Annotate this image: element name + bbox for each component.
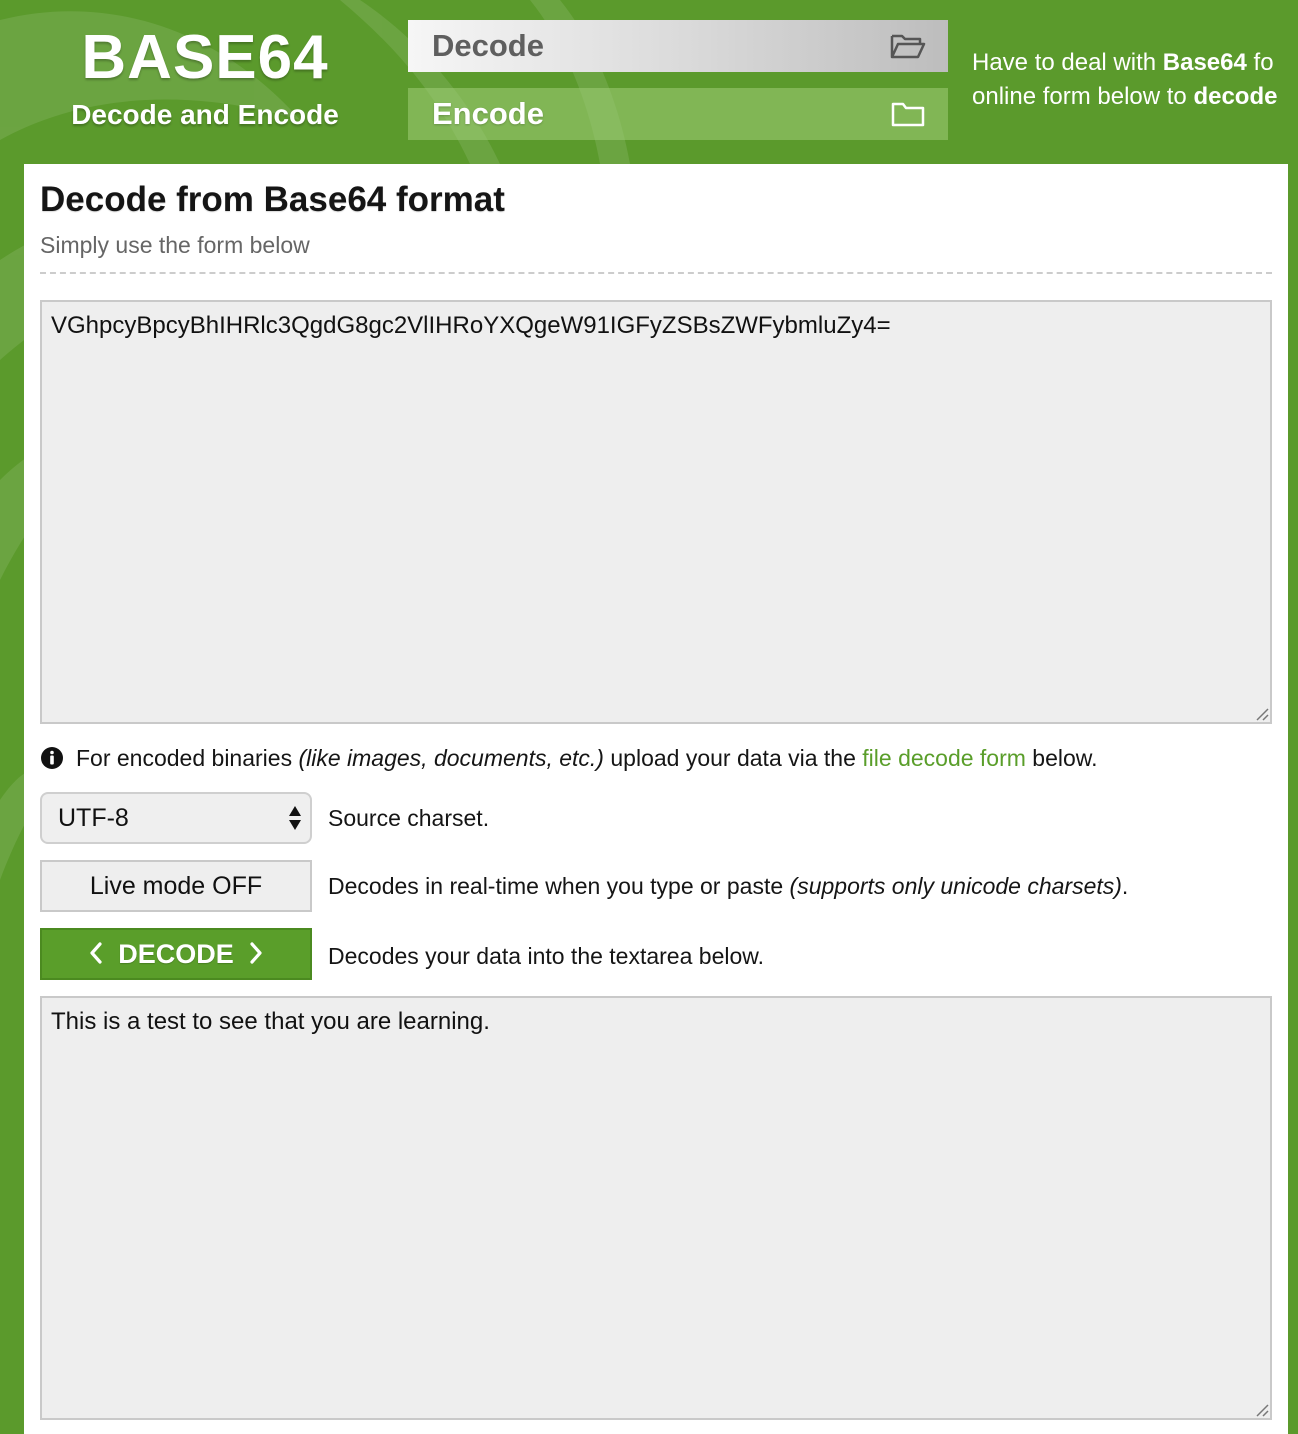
nav-tab-decode[interactable]: Decode <box>408 20 948 72</box>
info-circle-icon <box>41 747 63 769</box>
logo-title: BASE64 <box>81 23 329 92</box>
decode-button[interactable]: DECODE <box>40 928 312 980</box>
charset-selected-value: UTF-8 <box>58 804 129 832</box>
charset-select[interactable]: UTF-8 <box>40 792 312 844</box>
decode-button-label: DECODE <box>118 939 234 969</box>
nav-tab-decode-label: Decode <box>432 28 544 63</box>
file-decode-form-link[interactable]: file decode form <box>862 745 1026 771</box>
folder-open-icon <box>890 34 926 59</box>
result-output[interactable]: This is a test to see that you are learn… <box>40 996 1272 1420</box>
chevron-left-icon <box>90 942 102 964</box>
header-tagline: Have to deal with Base64 fo online form … <box>972 46 1298 114</box>
select-arrows-icon <box>289 806 301 830</box>
nav-tab-encode-label: Encode <box>432 96 544 131</box>
decode-description: Decodes your data into the textarea belo… <box>328 943 765 969</box>
info-text: For encoded binaries (like images, docum… <box>76 745 1098 771</box>
title-divider <box>40 272 1272 274</box>
resize-grip-icon[interactable] <box>1254 1402 1270 1418</box>
nav-tab-encode[interactable]: Encode <box>408 88 948 140</box>
site-logo[interactable]: BASE64 Decode and Encode <box>30 22 380 132</box>
live-mode-button[interactable]: Live mode OFF <box>40 860 312 912</box>
chevron-right-icon <box>250 942 262 964</box>
resize-grip-icon[interactable] <box>1254 706 1270 722</box>
page-subtitle: Simply use the form below <box>40 232 310 258</box>
charset-description: Source charset. <box>328 805 490 831</box>
folder-icon <box>891 102 925 127</box>
main-panel: Decode from Base64 format Simply use the… <box>24 164 1288 1434</box>
site-header: BASE64 Decode and Encode Decode Encode H… <box>0 0 1298 164</box>
tagline-line-2: online form below to decode <box>972 83 1278 110</box>
live-mode-description: Decodes in real-time when you type or pa… <box>328 873 1129 899</box>
logo-subtitle: Decode and Encode <box>71 99 339 130</box>
tagline-line-1: Have to deal with Base64 fo <box>972 49 1274 76</box>
source-input[interactable]: VGhpcyBpcyBhIHRlc3QgdG8gc2VlIHRoYXQgeW91… <box>40 300 1272 724</box>
page-title: Decode from Base64 format <box>40 180 505 219</box>
